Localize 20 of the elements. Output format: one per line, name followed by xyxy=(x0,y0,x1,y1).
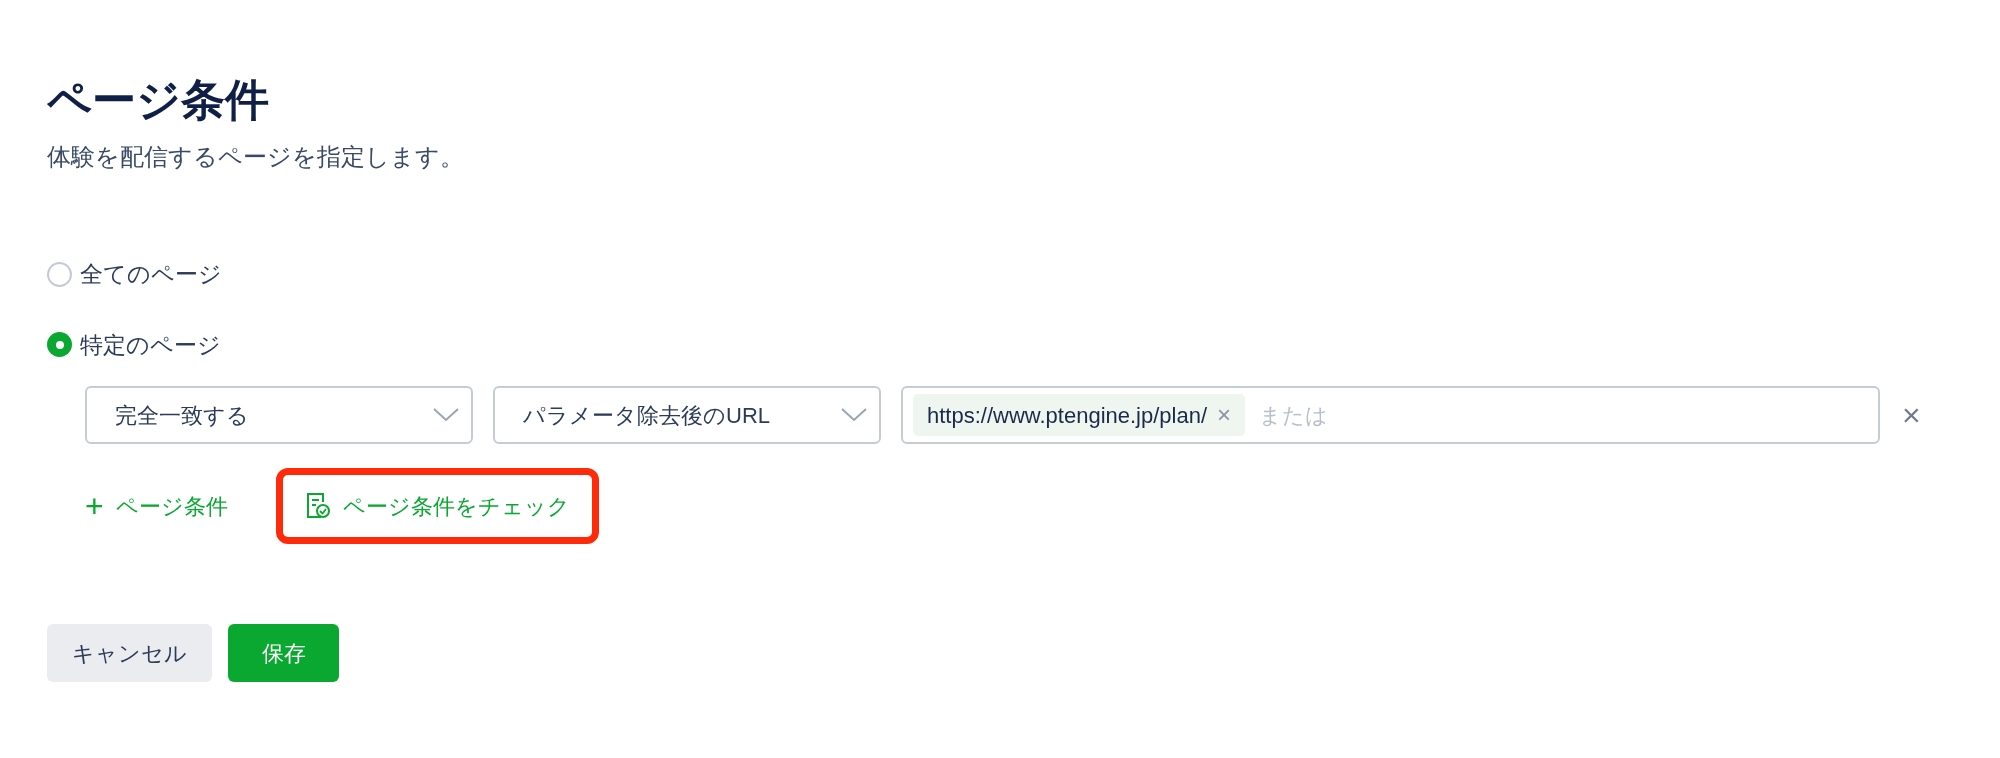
remove-condition-button[interactable]: × xyxy=(1902,391,1921,439)
save-button[interactable]: 保存 xyxy=(228,624,339,682)
tag-remove-button[interactable]: × xyxy=(1217,397,1232,433)
chevron-down-icon xyxy=(841,408,867,422)
url-tag: https://www.ptengine.jp/plan/ × xyxy=(913,394,1246,436)
radio-label: 全てのページ xyxy=(80,260,222,289)
document-check-icon xyxy=(304,492,331,520)
text-input[interactable]: または xyxy=(1259,398,1868,432)
check-condition-link[interactable]: ページ条件をチェック xyxy=(275,468,599,544)
radio-button[interactable] xyxy=(47,332,72,358)
add-condition-link[interactable]: + ページ条件 xyxy=(85,468,228,544)
dropdown-select[interactable]: 完全一致する xyxy=(85,386,473,444)
radio-button[interactable] xyxy=(47,261,72,287)
radio-label: 特定のページ xyxy=(80,330,221,360)
chevron-down-icon xyxy=(433,408,459,422)
url-input-field[interactable]: https://www.ptengine.jp/plan/ × または xyxy=(901,386,1880,444)
dropdown-select[interactable]: パラメータ除去後のURL xyxy=(493,386,881,444)
cancel-button[interactable]: キャンセル xyxy=(47,624,212,682)
page-description: 体験を配信するページを指定します。 xyxy=(47,142,465,172)
page-title: ページ条件 xyxy=(47,74,270,126)
